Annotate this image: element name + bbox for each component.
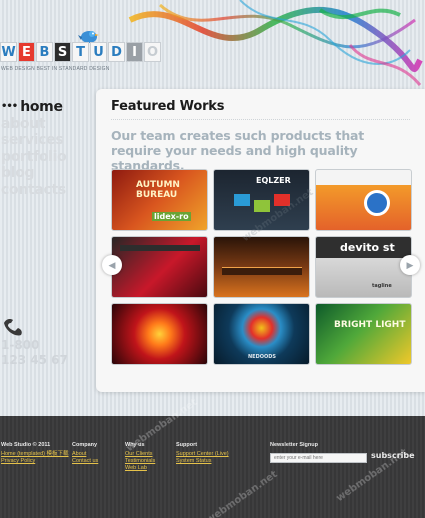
thumb-banner bbox=[120, 245, 200, 251]
phone-icon bbox=[4, 319, 22, 336]
portfolio-thumb-3[interactable] bbox=[315, 169, 412, 231]
portfolio-thumb-1[interactable]: AUTUMN BUREAU lidex-ro bbox=[111, 169, 208, 231]
smoke-art bbox=[128, 0, 423, 86]
logo-letter: E bbox=[18, 42, 35, 62]
footer-link[interactable]: About bbox=[72, 451, 98, 458]
footer-link[interactable]: Web Lab bbox=[125, 465, 155, 472]
footer-link[interactable]: Contact us bbox=[72, 458, 98, 465]
thumb-caption: NEDOODS bbox=[248, 354, 277, 360]
footer-col-title: Why us bbox=[125, 442, 145, 448]
portfolio-grid: AUTUMN BUREAU lidex-ro EQLZER devito st … bbox=[111, 169, 412, 365]
subscribe-button[interactable]: subscribe bbox=[371, 451, 415, 460]
portfolio-thumb-4[interactable] bbox=[111, 236, 208, 298]
carousel-next-button[interactable]: ▶ bbox=[400, 255, 420, 275]
footer-copyright: Web Studio © 2011 bbox=[1, 442, 51, 448]
footer-col-copyright: Web Studio © 2011 Home (templated) 模板下载 … bbox=[1, 442, 69, 465]
logo-letter: S bbox=[54, 42, 71, 62]
logo-letter: D bbox=[108, 42, 125, 62]
footer-link[interactable]: Support Center (Live) bbox=[176, 451, 229, 458]
newsletter-title: Newsletter Signup bbox=[270, 442, 318, 448]
thumb-caption: AUTUMN BUREAU bbox=[136, 180, 180, 200]
thumb-tiles bbox=[254, 200, 270, 212]
footer-link[interactable]: Privacy Policy bbox=[1, 458, 69, 465]
nav-item-services[interactable]: services bbox=[1, 132, 66, 149]
portfolio-thumb-6[interactable]: devito st tagline bbox=[315, 236, 412, 298]
logo-letter: B bbox=[36, 42, 53, 62]
thumb-caption: devito st bbox=[340, 241, 395, 254]
logo[interactable]: WEBSTUDIO bbox=[0, 42, 162, 62]
nav-item-contacts[interactable]: contacts bbox=[1, 182, 66, 199]
thumb-caption: BRIGHT LIGHT bbox=[334, 320, 406, 330]
logo-letter: W bbox=[0, 42, 17, 62]
rocket-icon bbox=[364, 190, 390, 216]
logo-letter: O bbox=[144, 42, 161, 62]
nav-item-portfolio[interactable]: portfolio bbox=[1, 149, 67, 166]
phone-number: 1-800 123 45 67 bbox=[1, 338, 68, 368]
newsletter-email-input[interactable] bbox=[270, 453, 367, 463]
footer-link[interactable]: System Status bbox=[176, 458, 229, 465]
portfolio-thumb-9[interactable]: BRIGHT LIGHT bbox=[315, 303, 412, 365]
footer-link[interactable]: Home (templated) 模板下载 bbox=[1, 451, 69, 458]
portfolio-thumb-7[interactable] bbox=[111, 303, 208, 365]
footer: Web Studio © 2011 Home (templated) 模板下载 … bbox=[0, 416, 425, 518]
phone-line-2: 123 45 67 bbox=[1, 353, 68, 367]
carousel-prev-button[interactable]: ◀ bbox=[102, 255, 122, 275]
logo-tagline: WEB DESIGN BEST IN STANDARD DESIGN bbox=[1, 66, 110, 72]
footer-col-newsletter: Newsletter Signup bbox=[270, 442, 318, 451]
portfolio-thumb-8[interactable]: NEDOODS bbox=[213, 303, 310, 365]
nav-item-about[interactable]: about bbox=[1, 116, 66, 133]
thumb-menu-bar bbox=[222, 267, 302, 275]
portfolio-thumb-5[interactable] bbox=[213, 236, 310, 298]
footer-col-title: Support bbox=[176, 442, 198, 448]
featured-intro: Our team creates such products that requ… bbox=[111, 128, 365, 173]
thumb-tiles bbox=[274, 194, 290, 206]
divider bbox=[111, 119, 410, 120]
featured-title: Featured Works bbox=[111, 99, 225, 114]
footer-col-company: Company About Contact us bbox=[72, 442, 98, 465]
footer-col-support: Support Support Center (Live) System Sta… bbox=[176, 442, 229, 465]
footer-link[interactable]: Our Clients bbox=[125, 451, 155, 458]
footer-link[interactable]: Testimonials bbox=[125, 458, 155, 465]
portfolio-thumb-2[interactable]: EQLZER bbox=[213, 169, 310, 231]
featured-panel: Featured Works Our team creates such pro… bbox=[96, 89, 425, 392]
nav-item-blog[interactable]: blog bbox=[1, 165, 66, 182]
nav-home-dots: ••• bbox=[1, 101, 18, 112]
footer-col-why: Why us Our Clients Testimonials Web Lab bbox=[125, 442, 155, 472]
thumb-tiles bbox=[234, 194, 250, 206]
logo-letter: I bbox=[126, 42, 143, 62]
logo-letter: T bbox=[72, 42, 89, 62]
nav-item-home[interactable]: ••• home bbox=[1, 99, 66, 116]
phone-line-1: 1-800 bbox=[1, 338, 40, 352]
main-nav: ••• home about services portfolio blog co… bbox=[1, 99, 67, 199]
footer-col-title: Company bbox=[72, 442, 98, 448]
nav-home-label: home bbox=[20, 99, 63, 115]
thumb-subcaption: lidex-ro bbox=[152, 212, 191, 221]
logo-letter: U bbox=[90, 42, 107, 62]
thumb-subcaption: tagline bbox=[372, 283, 392, 289]
thumb-caption: EQLZER bbox=[256, 176, 291, 185]
